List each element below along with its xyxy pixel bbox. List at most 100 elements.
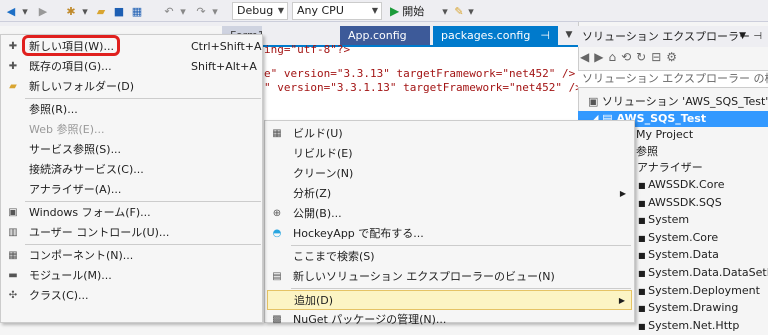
menu-item-label: クリーン(N) [293,167,354,180]
tool-dropdown-icon[interactable]: ▾ [466,3,476,19]
solution-explorer-title: ソリューション エクスプローラー ▼ ⊣ [578,26,768,47]
module-icon: ▬ [8,270,18,281]
new-project-icon[interactable]: ✱ [64,3,78,19]
back-icon[interactable]: ◀ [580,50,594,64]
dropdown-icon[interactable]: ▼ [739,26,746,47]
menu-item-windows-form[interactable]: ▣ Windows フォーム(F)... [1,203,262,223]
menu-item-build[interactable]: ▦ ビルド(U) [265,124,634,144]
reference-icon: ■ [638,216,649,226]
submenu-arrow-icon: ▶ [619,189,626,198]
menu-item-service-reference[interactable]: サービス参照(S)... [1,140,262,160]
back-dropdown-icon[interactable]: ▾ [20,3,30,19]
solution-search-input[interactable]: ソリューション エクスプローラー の検索 [578,70,768,88]
menu-item-rebuild[interactable]: リビルド(E) [265,144,634,164]
menu-item-reference[interactable]: 参照(R)... [1,100,262,120]
configuration-select[interactable]: Debug ▼ [232,2,288,20]
tree-node-solution[interactable]: ▣ ソリューション 'AWS_SQS_Test' ( [578,94,768,111]
menu-item-analyzer[interactable]: アナライザー(A)... [1,180,262,200]
build-icon: ▦ [272,128,282,139]
existing-item-icon: ✚ [8,61,18,72]
reference-icon: ■ [638,233,649,243]
menu-item-shortcut: Ctrl+Shift+A [191,40,262,53]
back-icon[interactable]: ◀ [4,3,18,19]
forward-icon[interactable]: ▶ [594,50,608,64]
menu-item-new-folder[interactable]: ▰ 新しいフォルダー(D) [1,77,262,97]
menu-separator [25,98,261,99]
menu-item-nuget[interactable]: ▩ NuGet パッケージの管理(N)... [265,310,634,330]
menu-separator [291,288,631,289]
reference-icon: ■ [638,268,649,278]
tool-icon[interactable]: ✎ [452,3,466,19]
reference-icon: ■ [638,180,649,190]
menu-item-label: リビルド(E) [293,147,353,160]
tree-node-label: My Project [636,128,694,142]
submenu-arrow-icon: ▶ [618,296,625,305]
open-file-icon[interactable]: ▰ [94,3,108,19]
home-icon[interactable]: ⌂ [608,50,621,64]
redo-dropdown-icon[interactable]: ▾ [210,3,220,19]
refresh-icon[interactable]: ↻ [636,50,651,64]
tab-app-config[interactable]: App.config [340,26,430,45]
menu-item-connected-service[interactable]: 接続済みサービス(C)... [1,160,262,180]
menu-item-label: ビルド(U) [293,127,343,140]
menu-separator [25,201,261,202]
menu-item-user-control[interactable]: ▥ ユーザー コントロール(U)... [1,223,262,243]
solution-explorer-title-text: ソリューション エクスプローラー [582,30,750,43]
code-line-1: ing="utf-8"?> [264,42,350,58]
solution-icon: ▣ [588,95,602,108]
tab-packages-config-label: packages.config [441,29,531,42]
tab-packages-config[interactable]: packages.config ⊣ [433,26,558,45]
start-dropdown-icon[interactable]: ▾ [440,3,450,19]
menu-item-class[interactable]: ✣ クラス(C)... [1,286,262,306]
tab-list-dropdown-icon[interactable]: ▼ [562,26,576,45]
undo-icon[interactable]: ↶ [162,3,176,19]
collapse-icon[interactable]: ⊟ [651,50,666,64]
menu-item-shortcut: Shift+Alt+A [191,60,257,73]
menu-item-add[interactable]: 追加(D) ▶ [267,290,632,310]
play-icon: ▶ [390,4,400,18]
undo-dropdown-icon[interactable]: ▾ [178,3,188,19]
menu-item-scope-to-this[interactable]: ここまで検索(S) [265,247,634,267]
menu-item-component[interactable]: ▦ コンポーネント(N)... [1,246,262,266]
solution-explorer-toolbar: ◀▶⌂⟲↻⊟⚙ [580,50,766,68]
tree-node-label: System [648,213,690,227]
menu-item-existing-item[interactable]: ✚ 既存の項目(G)... Shift+Alt+A [1,57,262,77]
menu-item-analyze[interactable]: 分析(Z) ▶ [265,184,634,204]
pin-icon[interactable]: ⊣ [540,26,550,45]
new-view-icon: ▤ [272,271,282,282]
menu-item-label: Web 参照(E)... [29,123,105,136]
tree-node-label: AWSSDK.Core [648,177,725,191]
menu-item-publish[interactable]: ⊕ 公開(B)... [265,204,634,224]
pin-icon[interactable]: ⊣ [753,26,762,47]
sync-icon[interactable]: ⟲ [621,50,636,64]
menu-item-label: Windows フォーム(F)... [29,206,151,219]
tree-node-label: AWSSDK.SQS [648,195,722,209]
highlight-ring [22,35,120,56]
project-context-menu: ▦ ビルド(U) リビルド(E) クリーン(N) 分析(Z) ▶ ⊕ 公開(B)...… [264,120,635,326]
new-project-dropdown-icon[interactable]: ▾ [80,3,90,19]
redo-icon[interactable]: ↷ [194,3,208,19]
user-control-icon: ▥ [8,227,18,238]
menu-item-label: 参照(R)... [29,103,78,116]
properties-icon[interactable]: ⚙ [666,50,682,64]
menu-item-label: モジュール(M)... [29,269,112,282]
menu-item-new-explorer-view[interactable]: ▤ 新しいソリューション エクスプローラーのビュー(N) [265,267,634,287]
save-all-icon[interactable]: ▦ [130,3,144,19]
chevron-down-icon: ▼ [371,6,378,15]
forward-icon[interactable]: ▶ [36,3,50,19]
tree-node-label: ソリューション 'AWS_SQS_Test' ( [601,95,768,108]
menu-item-label: 追加(D) [294,294,334,307]
main-toolbar: ◀ ▾ ▶ ✱ ▾ ▰ ■ ▦ ↶ ▾ ↷ ▾ Debug ▼ Any CPU … [0,0,768,22]
menu-item-module[interactable]: ▬ モジュール(M)... [1,266,262,286]
menu-item-clean[interactable]: クリーン(N) [265,164,634,184]
platform-select[interactable]: Any CPU ▼ [292,2,382,20]
menu-item-hockeyapp[interactable]: ◓ HockeyApp で配布する... [265,224,634,244]
tree-node-label: System.Deployment [648,283,760,297]
save-icon[interactable]: ■ [112,3,126,19]
reference-icon: ■ [638,198,649,208]
menu-item-label: ここまで検索(S) [293,250,375,263]
menu-item-label: 接続済みサービス(C)... [29,163,144,176]
start-button[interactable]: ▶ 開始 [390,3,440,19]
tree-node-label: System.Net.Http [648,318,740,332]
reference-icon: ■ [638,286,649,296]
